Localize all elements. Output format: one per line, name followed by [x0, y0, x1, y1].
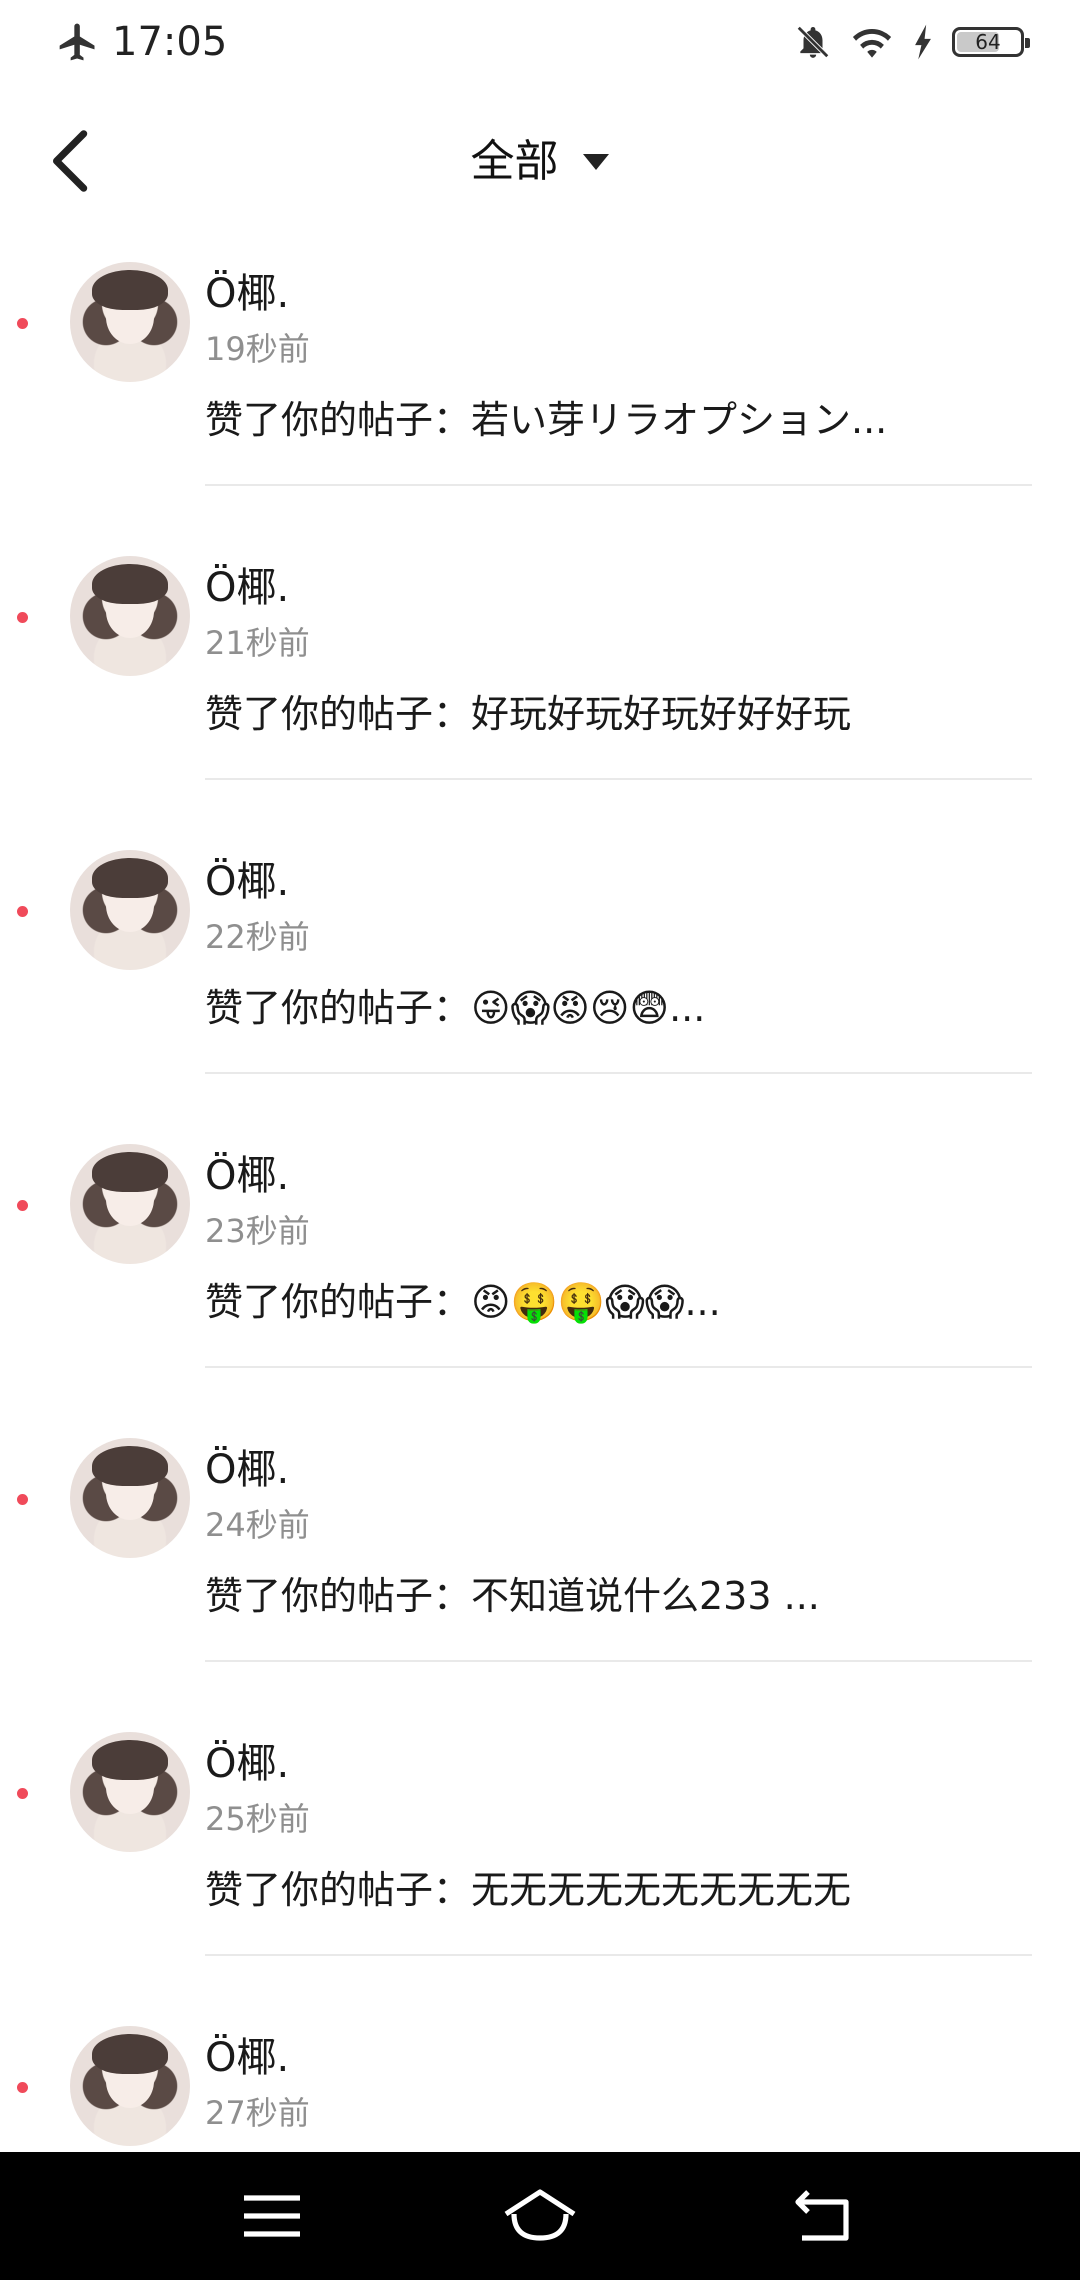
system-nav-bar — [0, 2152, 1080, 2280]
avatar[interactable] — [70, 2026, 190, 2146]
status-bar: 17:05 64 — [0, 0, 1080, 86]
notification-message: 赞了你的帖子：若い芽リラオプション... — [205, 398, 888, 442]
header: 全部 — [0, 86, 1080, 236]
airplane-icon — [59, 23, 95, 61]
avatar[interactable] — [70, 850, 190, 970]
timestamp: 23秒前 — [205, 1212, 310, 1250]
timestamp: 25秒前 — [205, 1800, 310, 1838]
unread-dot — [17, 1200, 28, 1211]
filter-dropdown[interactable]: 全部 — [0, 130, 1080, 194]
user-name[interactable]: Ö椰. — [205, 1736, 289, 1792]
wifi-icon — [852, 28, 892, 58]
user-name[interactable]: Ö椰. — [205, 560, 289, 616]
avatar[interactable] — [70, 556, 190, 676]
divider — [205, 1954, 1032, 1956]
battery-icon: 64 — [952, 27, 1030, 57]
notification-message: 赞了你的帖子：😡🤑🤑😱😱... — [205, 1280, 721, 1324]
battery-level: 64 — [975, 30, 1001, 54]
notification-message: 赞了你的帖子：无无无无无无无无无无 — [205, 1868, 852, 1912]
user-name[interactable]: Ö椰. — [205, 1442, 289, 1498]
mute-bell-icon — [797, 26, 829, 58]
user-name[interactable]: Ö椰. — [205, 266, 289, 322]
notification-item[interactable]: Ö椰. 21秒前 赞了你的帖子：好玩好玩好玩好好好玩 — [0, 544, 1080, 838]
divider — [205, 778, 1032, 780]
notification-item[interactable]: Ö椰. 22秒前 赞了你的帖子：😜😱😡😢😨... — [0, 838, 1080, 1132]
notification-list: Ö椰. 19秒前 赞了你的帖子：若い芽リラオプション... Ö椰. 21秒前 赞… — [0, 250, 1080, 2150]
caret-down-icon — [582, 154, 609, 170]
notification-message: 赞了你的帖子：好玩好玩好玩好好好玩 — [205, 692, 852, 736]
unread-dot — [17, 906, 28, 917]
user-name[interactable]: Ö椰. — [205, 2030, 289, 2086]
status-time: 17:05 — [112, 19, 228, 65]
avatar[interactable] — [70, 1144, 190, 1264]
timestamp: 19秒前 — [205, 330, 310, 368]
notification-message: 赞了你的帖子：😜😱😡😢😨... — [205, 986, 706, 1030]
unread-dot — [17, 1788, 28, 1799]
page-title: 全部 — [470, 136, 559, 187]
divider — [205, 484, 1032, 486]
back-icon[interactable] — [790, 2186, 854, 2246]
avatar[interactable] — [70, 1438, 190, 1558]
status-icons: 64 — [794, 18, 1030, 66]
divider — [205, 1072, 1032, 1074]
unread-dot — [17, 1494, 28, 1505]
timestamp: 21秒前 — [205, 624, 310, 662]
notification-item[interactable]: Ö椰. 24秒前 赞了你的帖子：不知道说什么233 ... — [0, 1426, 1080, 1720]
unread-dot — [17, 612, 28, 623]
divider — [205, 1660, 1032, 1662]
unread-dot — [17, 318, 28, 329]
timestamp: 22秒前 — [205, 918, 310, 956]
charging-bolt-icon — [915, 24, 931, 60]
notification-item[interactable]: Ö椰. 25秒前 赞了你的帖子：无无无无无无无无无无 — [0, 1720, 1080, 2014]
notification-item[interactable]: Ö椰. 27秒前 — [0, 2014, 1080, 2150]
home-icon[interactable] — [500, 2186, 580, 2246]
notification-item[interactable]: Ö椰. 19秒前 赞了你的帖子：若い芽リラオプション... — [0, 250, 1080, 544]
user-name[interactable]: Ö椰. — [205, 854, 289, 910]
avatar[interactable] — [70, 1732, 190, 1852]
avatar[interactable] — [70, 262, 190, 382]
notification-message: 赞了你的帖子：不知道说什么233 ... — [205, 1574, 820, 1618]
menu-icon[interactable] — [240, 2186, 304, 2246]
notification-item[interactable]: Ö椰. 23秒前 赞了你的帖子：😡🤑🤑😱😱... — [0, 1132, 1080, 1426]
unread-dot — [17, 2082, 28, 2093]
timestamp: 24秒前 — [205, 1506, 310, 1544]
user-name[interactable]: Ö椰. — [205, 1148, 289, 1204]
divider — [205, 1366, 1032, 1368]
timestamp: 27秒前 — [205, 2094, 310, 2132]
